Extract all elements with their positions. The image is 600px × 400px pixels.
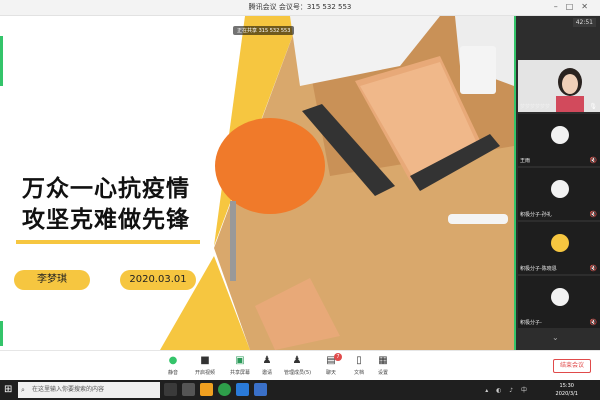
meeting-toolbar: ● 静音 ■ 开启视频 ▣ 共享屏幕 ♟ 邀请 ♟ 管理成员(5) ▤ 聊天 7… — [0, 350, 600, 380]
participant-name: 积极分子-陈晓恩 — [520, 266, 557, 272]
participant-tile[interactable]: 积极分子- 🔇 — [518, 276, 600, 328]
collapse-chevron-icon[interactable]: ⌄ — [552, 333, 559, 342]
mic-muted-icon: 🔇 — [589, 157, 597, 164]
start-icon[interactable]: ⊞ — [4, 384, 12, 395]
left-accent-top — [0, 36, 3, 86]
folder-icon[interactable] — [200, 383, 213, 396]
invite-icon: ♟ — [262, 355, 272, 366]
settings-icon: ▦ — [378, 355, 388, 366]
chat-badge: 7 — [334, 353, 342, 361]
avatar — [551, 234, 569, 252]
meeting-app-icon[interactable] — [236, 383, 249, 396]
document-icon: ▯ — [356, 355, 362, 366]
participant-name: 王雨 — [520, 158, 531, 164]
share-screen-button[interactable]: ▣ 共享屏幕 — [227, 355, 253, 376]
video-button[interactable]: ■ 开启视频 — [192, 355, 218, 376]
chat-button[interactable]: ▤ 聊天 7 — [318, 353, 344, 376]
maximize-icon[interactable]: □ — [566, 2, 582, 11]
app-icon[interactable] — [182, 383, 195, 396]
os-taskbar: ⊞ ⌕ 在这里输入你要搜索的内容 ▴ ◐ ♪ 中 15:30 2020/3/1 — [0, 380, 600, 400]
participant-tile[interactable]: 积极分子-孙礼 🔇 — [518, 168, 600, 220]
mic-muted-icon: 🔇 — [589, 265, 597, 272]
minimize-icon[interactable]: – — [554, 2, 566, 11]
mic-icon: ● — [168, 355, 178, 366]
left-accent-bottom — [0, 321, 3, 346]
participants-panel: 42:51 梦梦梦梦梦梦 🎙 王雨 🔇 积极分子-孙礼 🔇 积极分子-陈晓恩 🔇… — [514, 16, 600, 350]
app-icon[interactable] — [254, 383, 267, 396]
meeting-window: 腾讯会议 会议号：315 532 553 –□✕ 正在共享 315 532 55… — [0, 0, 600, 400]
shared-screen: 正在共享 315 532 553 万众一心抗疫情 攻坚克难做先锋 李梦琪 202… — [0, 16, 514, 350]
title-bar: 腾讯会议 会议号：315 532 553 –□✕ — [0, 0, 600, 16]
end-meeting-button[interactable]: 结束会议 — [553, 359, 591, 373]
sharing-indicator: 正在共享 315 532 553 — [233, 26, 295, 35]
system-tray[interactable]: ▴ ◐ ♪ 中 — [485, 385, 530, 394]
participant-name: 梦梦梦梦梦梦 — [520, 104, 551, 110]
avatar — [551, 180, 569, 198]
browser-icon[interactable] — [218, 383, 231, 396]
members-icon: ♟ — [292, 355, 302, 366]
close-icon[interactable]: ✕ — [581, 2, 596, 11]
slide-separator — [16, 240, 200, 244]
orange-chair — [215, 118, 325, 214]
participant-name: 积极分子- — [520, 320, 542, 326]
taskbar-search[interactable]: ⌕ 在这里输入你要搜索的内容 — [18, 382, 160, 398]
participant-tile[interactable]: 王雨 🔇 — [518, 114, 600, 166]
date-pill: 2020.03.01 — [120, 270, 196, 290]
meeting-timer: 42:51 — [572, 18, 596, 27]
slide-heading-line2: 攻坚克难做先锋 — [22, 207, 190, 233]
manage-members-button[interactable]: ♟ 管理成员(5) — [284, 355, 311, 376]
search-icon: ⌕ — [21, 386, 25, 394]
participant-tile[interactable]: 梦梦梦梦梦梦 🎙 — [518, 60, 600, 112]
invite-button[interactable]: ♟ 邀请 — [254, 355, 280, 376]
camera-icon: ■ — [200, 355, 210, 366]
participant-name: 积极分子-孙礼 — [520, 212, 552, 218]
mic-muted-icon: 🔇 — [589, 211, 597, 218]
presenter-name-pill: 李梦琪 — [14, 270, 90, 290]
mic-muted-icon: 🔇 — [589, 319, 597, 326]
settings-button[interactable]: ▦ 设置 — [370, 355, 396, 376]
avatar — [551, 126, 569, 144]
search-placeholder: 在这里输入你要搜索的内容 — [32, 386, 105, 393]
mute-button[interactable]: ● 静音 — [160, 355, 186, 376]
participant-tile[interactable]: 积极分子-陈晓恩 🔇 — [518, 222, 600, 274]
mic-on-icon: 🎙 — [589, 103, 597, 110]
taskbar-clock[interactable]: 15:30 2020/3/1 — [556, 382, 578, 398]
avatar — [551, 288, 569, 306]
window-title: 腾讯会议 会议号：315 532 553 — [248, 3, 352, 11]
screen-share-icon: ▣ — [235, 355, 245, 366]
document-button[interactable]: ▯ 文档 — [346, 355, 372, 376]
task-view-icon[interactable] — [164, 383, 177, 396]
window-controls: –□✕ — [554, 2, 596, 11]
slide-heading-line1: 万众一心抗疫情 — [22, 176, 190, 202]
